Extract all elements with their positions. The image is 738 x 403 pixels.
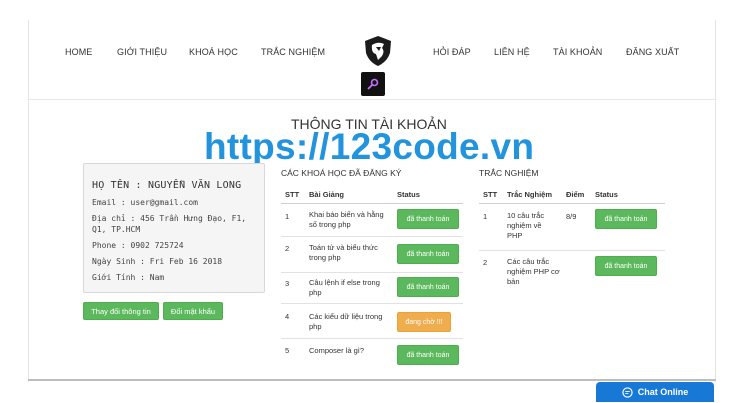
course-stt: 5 [285,346,290,355]
quiz-header-score: Điểm [566,190,585,199]
chat-online-button[interactable]: Chat Online [596,382,714,402]
course-name[interactable]: Khai báo biến và hằng số trong php [309,210,391,230]
courses-header-divider [281,203,463,204]
course-stt: 1 [285,212,290,221]
row-divider [281,236,463,237]
courses-header-lesson: Bài Giảng [309,190,345,199]
quiz-score: 8/9 [566,212,577,221]
quiz-stt: 1 [483,212,488,221]
profile-card: HỌ TÊN : NGUYỄN VĂN LONG Email : user@gm… [83,163,265,293]
profile-phone: Phone : 0902 725724 [92,241,184,250]
profile-email: Email : user@gmail.com [92,198,198,207]
status-badge: đã thanh toán [397,209,459,229]
chat-label: Chat Online [637,387,689,397]
status-badge: đang chờ !!! [397,312,451,332]
course-stt: 4 [285,312,290,321]
status-badge: đã thanh toán [595,256,657,276]
quiz-header-divider [479,203,665,204]
search-key-icon[interactable] [361,72,385,96]
top-navbar: HOME GIỚI THIỆU KHOÁ HỌC TRẮC NGHIỆM HỎI… [29,20,715,100]
quiz-name[interactable]: Các câu trắc nghiệm PHP cơ bản [507,257,561,287]
nav-courses[interactable]: KHOÁ HỌC [189,47,238,57]
quiz-header-status: Status [595,190,618,199]
row-divider [281,338,463,339]
edit-profile-button[interactable]: Thay đổi thông tin [83,302,159,320]
row-divider [281,303,463,304]
nav-qa[interactable]: HỎI ĐÁP [433,47,471,57]
nav-contact[interactable]: LIÊN HỆ [494,47,530,57]
change-password-button[interactable]: Đổi mật khẩu [163,302,223,320]
nav-about[interactable]: GIỚI THIỆU [117,47,167,57]
nav-quiz[interactable]: TRẮC NGHIỆM [261,47,325,57]
chat-bubble-icon [622,386,633,398]
courses-section-title: CÁC KHOÁ HỌC ĐÃ ĐĂNG KÝ [281,168,402,178]
courses-header-stt: STT [285,190,300,199]
course-name[interactable]: Toán tử và biểu thức trong php [309,243,387,263]
status-badge: đã thanh toán [397,277,459,297]
course-name[interactable]: Composer là gì? [309,346,393,356]
status-badge: đã thanh toán [397,345,459,365]
nav-account[interactable]: TÀI KHOẢN [553,47,602,57]
courses-header-status: Status [397,190,420,199]
watermark-text: https://123code.vn [204,126,535,167]
profile-address: Địa chỉ : 456 Trần Hưng Đạo, F1, Q1, TP.… [92,214,247,234]
page-bottom-border [28,379,716,381]
course-stt: 3 [285,279,290,288]
course-name[interactable]: Câu lệnh if else trong php [309,278,393,298]
nav-home[interactable]: HOME [65,47,92,57]
profile-gender: Giới Tính : Nam [92,273,165,282]
page-frame: HOME GIỚI THIỆU KHOÁ HỌC TRẮC NGHIỆM HỎI… [28,20,716,402]
profile-name: HỌ TÊN : NGUYỄN VĂN LONG [92,180,242,191]
course-stt: 2 [285,244,290,253]
quiz-stt: 2 [483,258,488,267]
quiz-section-title: TRẮC NGHIỆM [479,168,539,178]
quiz-name[interactable]: 10 câu trắc nghiệm về PHP [507,211,559,241]
profile-birthday: Ngày Sinh : Fri Feb 16 2018 [92,257,223,266]
course-name[interactable]: Các kiểu dữ liệu trong php [309,312,395,332]
status-badge: đã thanh toán [397,244,459,264]
quiz-header-test: Trắc Nghiệm [507,190,553,199]
status-badge: đã thanh toán [595,209,657,229]
row-divider [479,250,665,251]
row-divider [281,272,463,273]
quiz-header-stt: STT [483,190,498,199]
site-logo-icon[interactable] [363,35,393,67]
nav-logout[interactable]: ĐĂNG XUẤT [626,47,679,57]
